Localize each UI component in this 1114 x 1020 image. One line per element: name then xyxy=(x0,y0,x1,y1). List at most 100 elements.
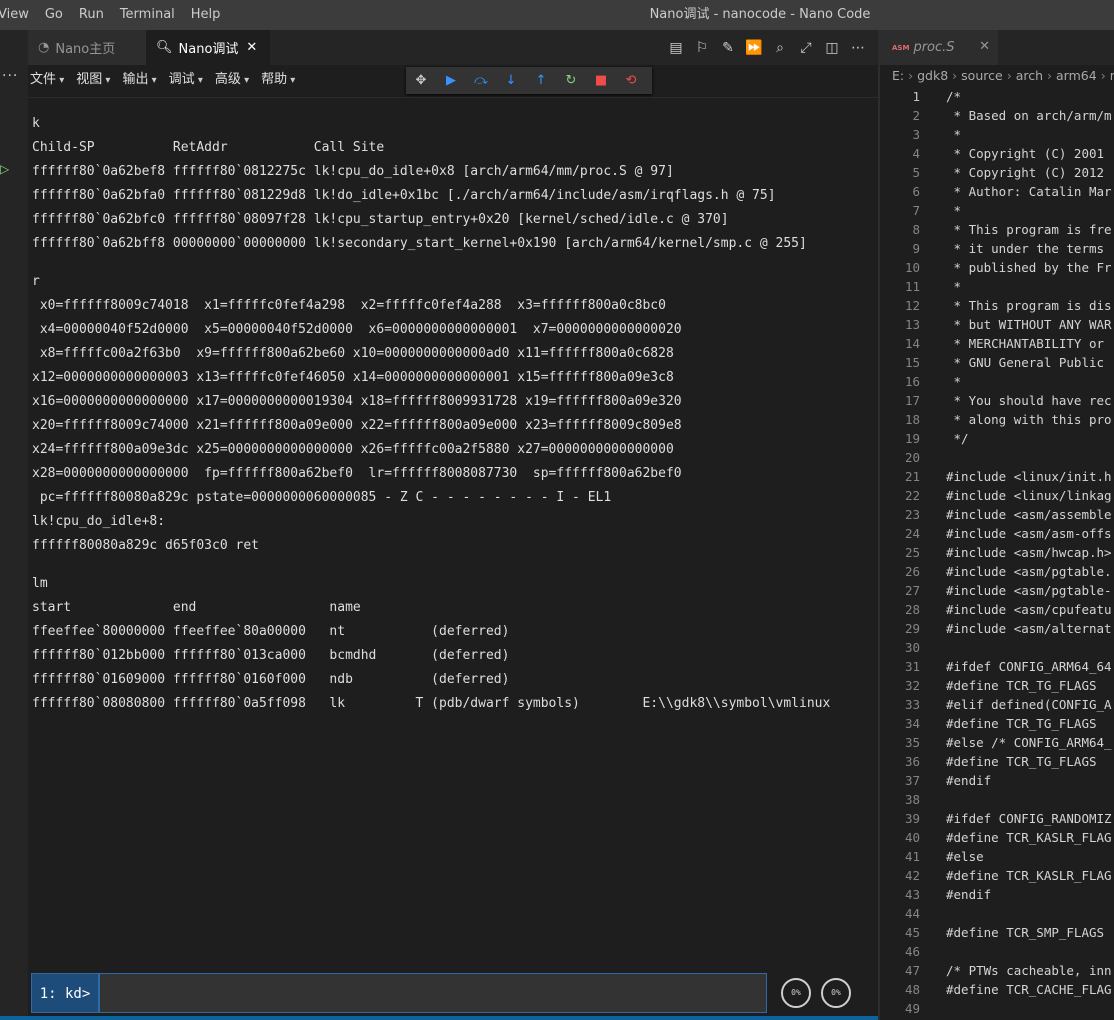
code-line[interactable]: 15 * GNU General Public xyxy=(880,353,1114,372)
code-line[interactable]: 48 #define TCR_CACHE_FLAG xyxy=(880,980,1114,999)
menu-go[interactable]: Go xyxy=(37,0,71,30)
code-line[interactable]: 6 * Author: Catalin Mar xyxy=(880,182,1114,201)
continue-icon[interactable]: ▶ xyxy=(436,73,466,88)
tab-proc-s[interactable]: ASM proc.S ✕ xyxy=(880,30,998,65)
code-line[interactable]: 38 xyxy=(880,790,1114,809)
code-line[interactable]: 7 * xyxy=(880,201,1114,220)
drag-handle-icon[interactable]: ✥ xyxy=(406,73,436,88)
code-line[interactable]: 21 #include <linux/init.h xyxy=(880,467,1114,486)
code-line[interactable]: 41 #else xyxy=(880,847,1114,866)
tab-nano-debug[interactable]: 🔍︎ Nano调试 ✕ xyxy=(146,30,270,65)
code-line[interactable]: 39 #ifdef CONFIG_RANDOMIZ xyxy=(880,809,1114,828)
split-editor-icon[interactable]: ◫ xyxy=(822,40,842,56)
code-line[interactable]: 14 * MERCHANTABILITY or xyxy=(880,334,1114,353)
code-line[interactable]: 18 * along with this pro xyxy=(880,410,1114,429)
code-line[interactable]: 36 #define TCR_TG_FLAGS xyxy=(880,752,1114,771)
run-indicator-icon[interactable]: ▷ xyxy=(0,162,9,176)
code-line[interactable]: 43 #endif xyxy=(880,885,1114,904)
code-line[interactable]: 12 * This program is dis xyxy=(880,296,1114,315)
line-number: 17 xyxy=(904,393,920,408)
book-icon[interactable]: ▤ xyxy=(666,40,686,56)
line-number: 39 xyxy=(904,811,920,826)
more-icon[interactable]: ··· xyxy=(2,68,18,84)
menu-view-cn[interactable]: 视图 xyxy=(76,69,116,91)
code-line[interactable]: 44 xyxy=(880,904,1114,923)
code-line[interactable]: 31 #ifdef CONFIG_ARM64_64 xyxy=(880,657,1114,676)
code-line[interactable]: 8 * This program is fre xyxy=(880,220,1114,239)
tab-nano-home[interactable]: ◔ Nano主页 xyxy=(28,30,146,65)
code-line[interactable]: 3 * xyxy=(880,125,1114,144)
close-icon[interactable]: ✕ xyxy=(246,40,257,55)
clean-icon[interactable]: ✎ xyxy=(718,40,738,56)
code-line[interactable]: 35 #else /* CONFIG_ARM64_ xyxy=(880,733,1114,752)
menu-help[interactable]: Help xyxy=(183,0,229,30)
code-line[interactable]: 27 #include <asm/pgtable- xyxy=(880,581,1114,600)
expand-icon[interactable]: ⤢ xyxy=(796,40,816,56)
line-number: 18 xyxy=(904,412,920,427)
menu-help-cn[interactable]: 帮助 xyxy=(261,69,301,91)
bookmark-icon[interactable]: ⚐ xyxy=(692,40,712,56)
menu-run[interactable]: Run xyxy=(71,0,112,30)
breadcrumb-item[interactable]: E: xyxy=(892,68,904,83)
code-line[interactable]: 46 xyxy=(880,942,1114,961)
line-number: 1 xyxy=(912,89,920,104)
disconnect-icon[interactable]: ⟲ xyxy=(616,73,646,88)
menu-file[interactable]: 文件 xyxy=(30,69,70,91)
menu-output[interactable]: 输出 xyxy=(122,69,162,91)
command-input[interactable] xyxy=(99,973,767,1013)
code-line[interactable]: 9 * it under the terms xyxy=(880,239,1114,258)
code-line[interactable]: 24 #include <asm/asm-offs xyxy=(880,524,1114,543)
more-icon[interactable]: ⋯ xyxy=(848,40,868,56)
code-line[interactable]: 29 #include <asm/alternat xyxy=(880,619,1114,638)
code-line[interactable]: 20 xyxy=(880,448,1114,467)
code-line[interactable]: 23 #include <asm/assemble xyxy=(880,505,1114,524)
breadcrumb-item[interactable]: source xyxy=(961,68,1003,83)
code-line[interactable]: 5 * Copyright (C) 2012 xyxy=(880,163,1114,182)
line-number: 33 xyxy=(904,697,920,712)
code-line[interactable]: 37 #endif xyxy=(880,771,1114,790)
breadcrumb-item[interactable]: m xyxy=(1110,68,1114,83)
code-line[interactable]: 40 #define TCR_KASLR_FLAG xyxy=(880,828,1114,847)
zoom-icon[interactable]: ⌕ xyxy=(770,40,790,56)
debug-panel: 文件 视图 输出 调试 高级 帮助 ✥▶⤼↓↑↻■⟲ k Child-SP Ret… xyxy=(28,65,878,970)
code-text: #else xyxy=(946,849,984,864)
code-line[interactable]: 17 * You should have rec xyxy=(880,391,1114,410)
code-line[interactable]: 4 * Copyright (C) 2001 xyxy=(880,144,1114,163)
code-line[interactable]: 45 #define TCR_SMP_FLAGS xyxy=(880,923,1114,942)
code-line[interactable]: 34 #define TCR_TG_FLAGS xyxy=(880,714,1114,733)
step-into-icon[interactable]: ↓ xyxy=(496,73,526,88)
breadcrumb-item[interactable]: gdk8 xyxy=(917,68,948,83)
code-line[interactable]: 10 * published by the Fr xyxy=(880,258,1114,277)
console-line: ffeeffee`80000000 ffeeffee`80a00000 nt (… xyxy=(32,624,510,639)
code-line[interactable]: 13 * but WITHOUT ANY WAR xyxy=(880,315,1114,334)
menu-terminal[interactable]: Terminal xyxy=(112,0,183,30)
code-line[interactable]: 22 #include <linux/linkag xyxy=(880,486,1114,505)
breadcrumb-item[interactable]: arm64 xyxy=(1056,68,1097,83)
restart-icon[interactable]: ↻ xyxy=(556,73,586,88)
menu-advanced[interactable]: 高级 xyxy=(215,69,255,91)
code-line[interactable]: 11 * xyxy=(880,277,1114,296)
chevron-right-icon: › xyxy=(908,68,914,83)
code-line[interactable]: 30 xyxy=(880,638,1114,657)
code-line[interactable]: 19 */ xyxy=(880,429,1114,448)
menu-view[interactable]: View xyxy=(0,0,37,30)
step-over-icon[interactable]: ⤼ xyxy=(466,73,496,88)
code-line[interactable]: 42 #define TCR_KASLR_FLAG xyxy=(880,866,1114,885)
menu-debug[interactable]: 调试 xyxy=(169,69,209,91)
code-line[interactable]: 1 /* xyxy=(880,87,1114,106)
close-icon[interactable]: ✕ xyxy=(979,39,990,54)
step-out-icon[interactable]: ↑ xyxy=(526,73,556,88)
code-line[interactable]: 25 #include <asm/hwcap.h> xyxy=(880,543,1114,562)
code-line[interactable]: 16 * xyxy=(880,372,1114,391)
stop-icon[interactable]: ■ xyxy=(586,73,616,88)
code-line[interactable]: 2 * Based on arch/arm/m xyxy=(880,106,1114,125)
code-line[interactable]: 49 xyxy=(880,999,1114,1018)
code-line[interactable]: 33 #elif defined(CONFIG_A xyxy=(880,695,1114,714)
code-line[interactable]: 26 #include <asm/pgtable. xyxy=(880,562,1114,581)
code-line[interactable]: 28 #include <asm/cpufeatu xyxy=(880,600,1114,619)
code-line[interactable]: 47 /* PTWs cacheable, inn xyxy=(880,961,1114,980)
console-line: x28=0000000000000000 fp=ffffff800a62bef0… xyxy=(32,466,682,481)
code-line[interactable]: 32 #define TCR_TG_FLAGS xyxy=(880,676,1114,695)
fast-forward-icon[interactable]: ⏩ xyxy=(744,40,764,56)
breadcrumb-item[interactable]: arch xyxy=(1016,68,1043,83)
